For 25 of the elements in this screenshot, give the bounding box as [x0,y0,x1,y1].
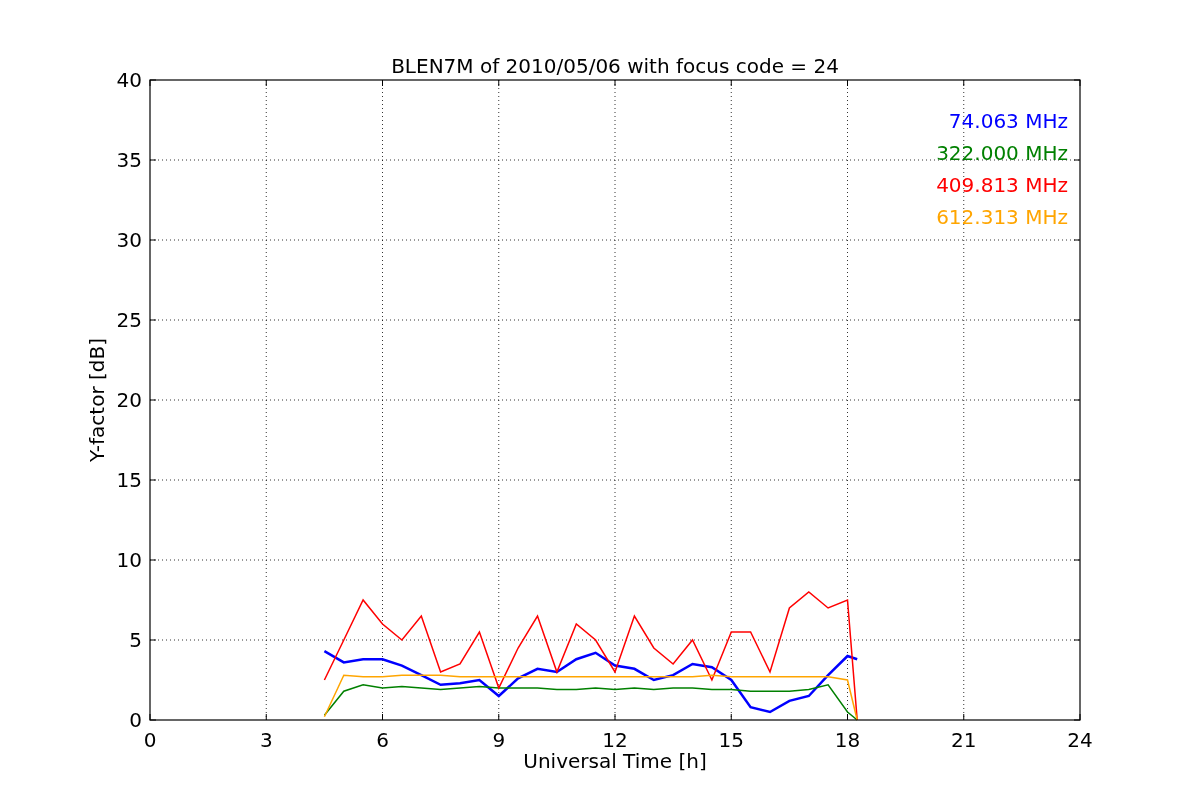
legend-label: 612.313 MHz [936,205,1068,229]
y-tick-label: 0 [129,708,142,732]
x-tick-label: 6 [376,728,389,752]
y-tick-label: 35 [116,148,142,172]
y-tick-label: 20 [116,388,142,412]
legend-label: 322.000 MHz [936,141,1068,165]
y-tick-label: 40 [116,68,142,92]
x-tick-label: 18 [834,728,861,752]
chart-title: BLEN7M of 2010/05/06 with focus code = 24 [391,54,839,78]
y-tick-label: 15 [116,468,142,492]
x-tick-label: 24 [1067,728,1093,752]
y-tick-label: 5 [129,628,142,652]
y-tick-label: 25 [116,308,142,332]
legend-label: 409.813 MHz [936,173,1068,197]
x-tick-label: 12 [602,728,628,752]
y-tick-label: 30 [116,228,142,252]
x-tick-label: 3 [259,728,273,752]
x-axis-label: Universal Time [h] [523,749,707,773]
y-tick-label: 10 [116,548,142,572]
x-tick-label: 15 [718,728,744,752]
legend-label: 74.063 MHz [948,109,1068,133]
y-axis-label: Y-factor [dB] [85,338,109,462]
x-tick-label: 9 [492,728,506,752]
x-tick-label: 21 [951,728,977,752]
x-tick-label: 0 [143,728,157,752]
